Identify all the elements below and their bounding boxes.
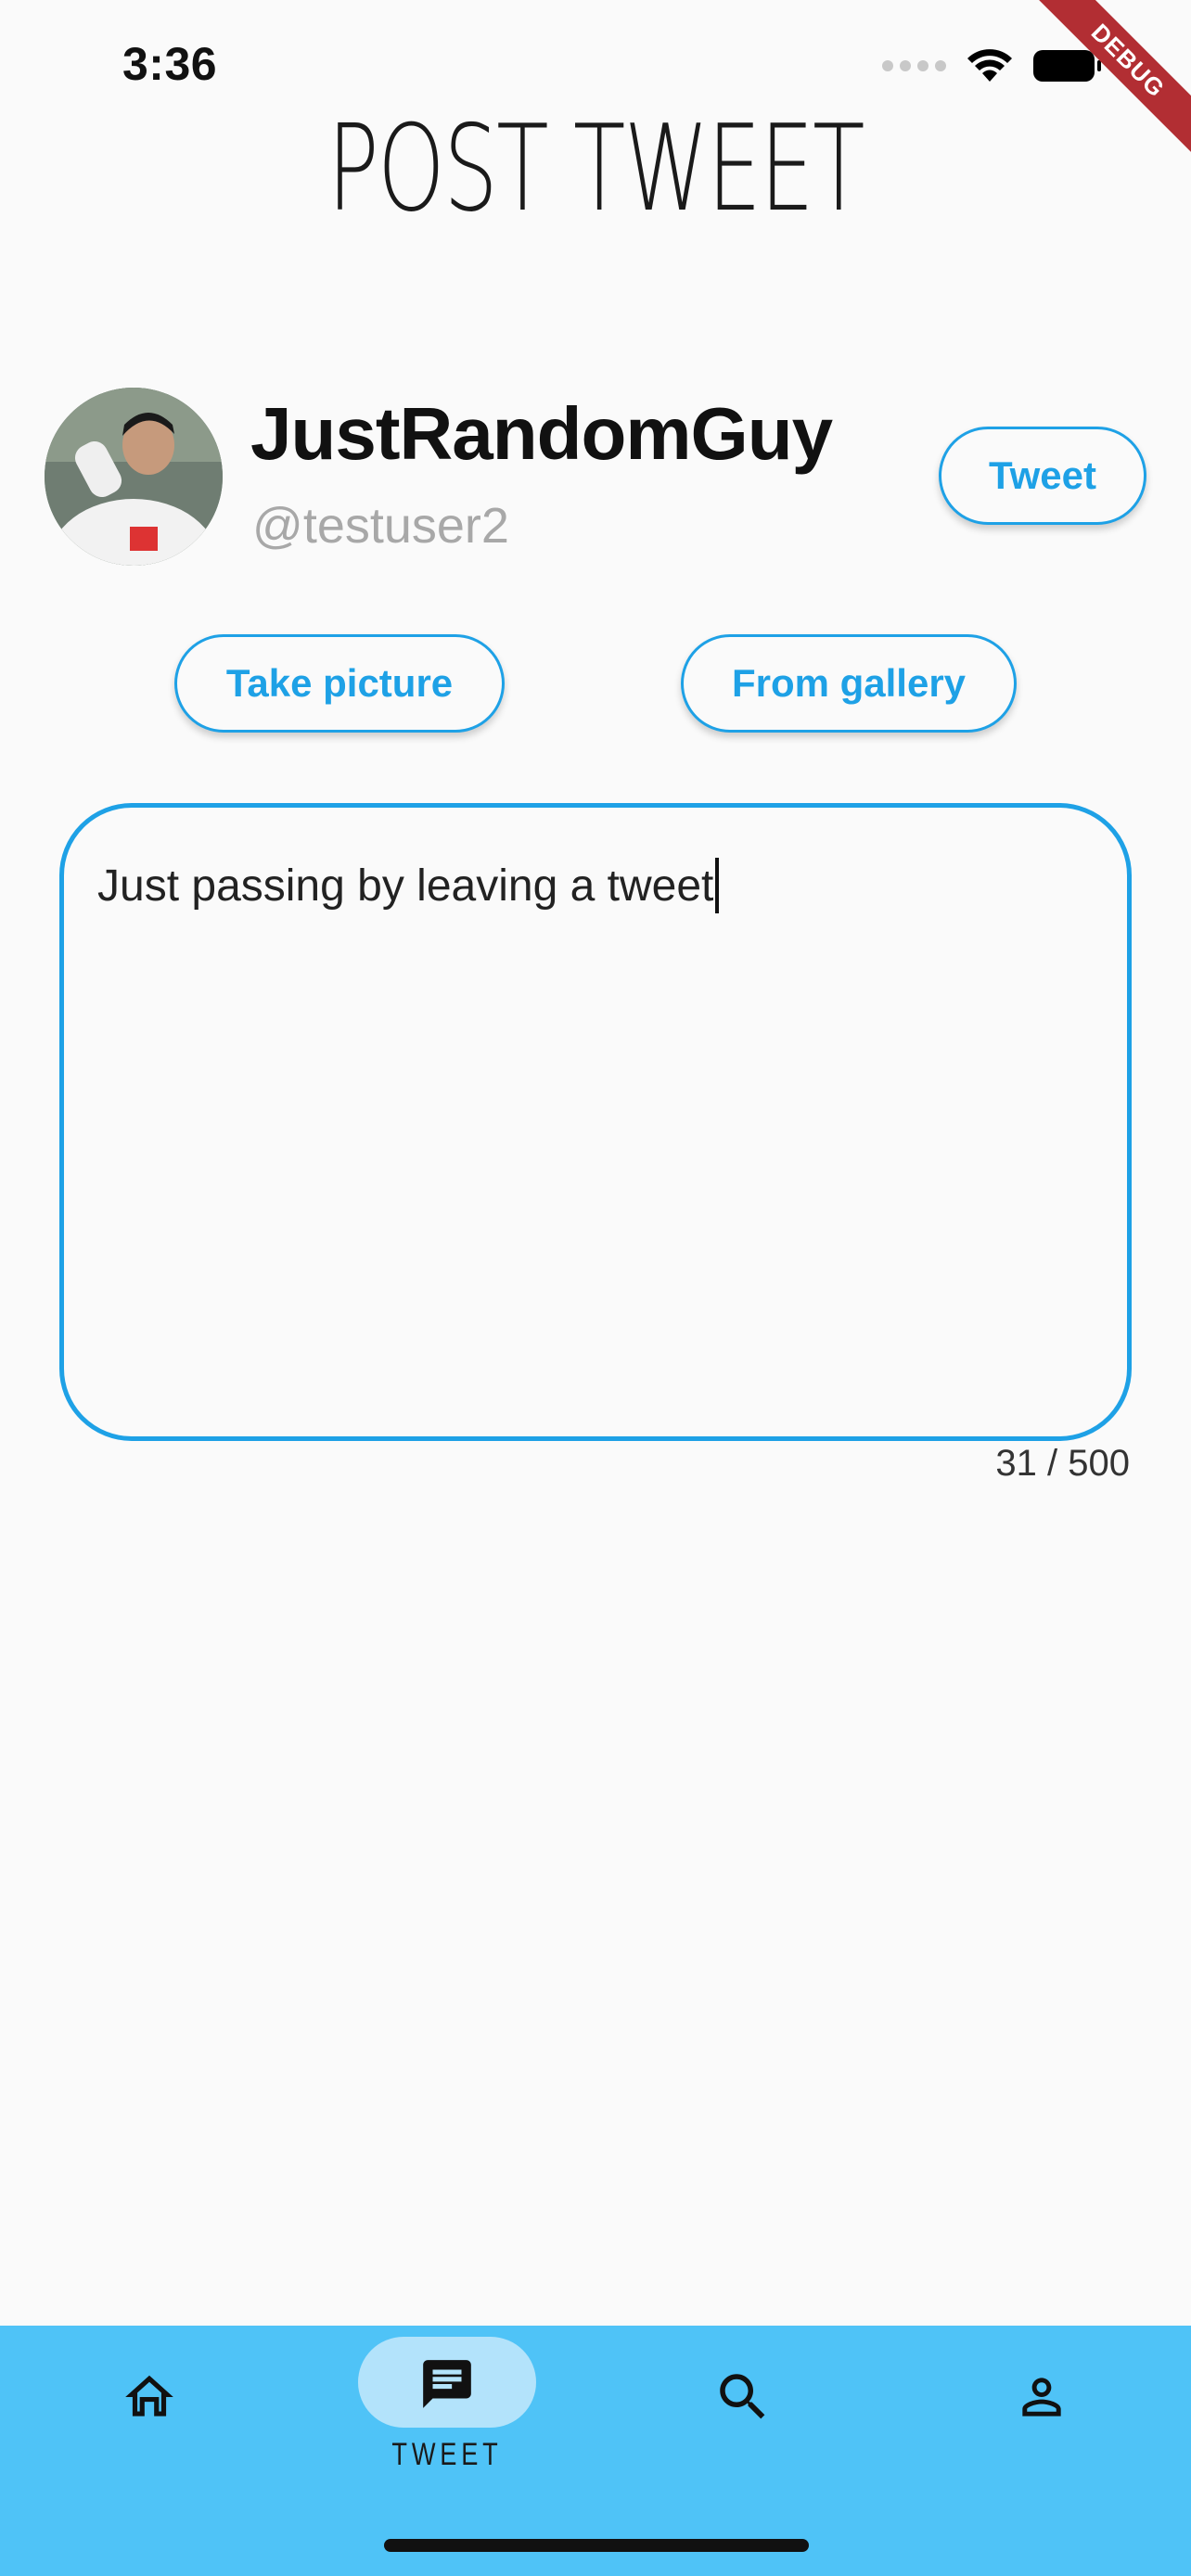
- cellular-signal-icon: [882, 60, 946, 71]
- status-indicators: [882, 48, 1101, 83]
- take-picture-button[interactable]: Take picture: [174, 634, 505, 733]
- avatar: [45, 388, 223, 566]
- text-cursor: [715, 858, 720, 913]
- wifi-icon: [967, 49, 1012, 82]
- from-gallery-button[interactable]: From gallery: [681, 634, 1017, 733]
- home-indicator[interactable]: [384, 2539, 809, 2552]
- character-counter: 31 / 500: [995, 1443, 1130, 1484]
- chat-icon: [423, 2360, 471, 2408]
- person-icon[interactable]: [1013, 2368, 1070, 2426]
- tweet-input-value: Just passing by leaving a tweet: [97, 858, 720, 913]
- search-icon[interactable]: [712, 2366, 774, 2428]
- tweet-button[interactable]: Tweet: [939, 427, 1146, 525]
- debug-banner: DEBUG: [1005, 0, 1191, 185]
- tweet-input[interactable]: Just passing by leaving a tweet: [59, 803, 1132, 1441]
- nav-label-tweet: TWEET: [391, 2437, 503, 2472]
- battery-icon: [1033, 50, 1101, 82]
- user-handle: @testuser2: [252, 498, 509, 554]
- tweet-text: Just passing by leaving a tweet: [97, 861, 714, 911]
- status-time: 3:36: [122, 38, 218, 90]
- home-icon[interactable]: [121, 2368, 178, 2426]
- user-name: JustRandomGuy: [250, 392, 833, 475]
- page-title: POST TWEET: [327, 100, 864, 238]
